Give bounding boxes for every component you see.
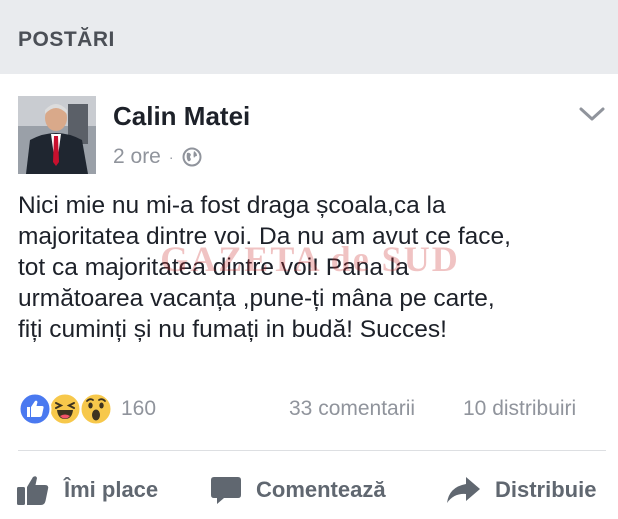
post-time[interactable]: 2 ore	[113, 145, 161, 169]
comment-icon	[211, 477, 241, 504]
like-reaction-icon	[18, 392, 52, 426]
post-text-line: următoarea vacanța ,pune-ți mâna pe cart…	[18, 285, 495, 312]
share-label: Distribuie	[495, 477, 597, 502]
avatar[interactable]	[18, 96, 96, 174]
shares-count[interactable]: 10 distribuiri	[463, 397, 576, 421]
divider	[18, 450, 606, 451]
like-label: Îmi place	[64, 477, 159, 502]
haha-reaction-icon	[48, 392, 82, 426]
share-button[interactable]: Distribuie	[445, 470, 596, 510]
share-arrow-icon	[447, 477, 480, 503]
thumbs-up-icon	[17, 476, 49, 505]
reaction-count[interactable]: 160	[121, 397, 156, 421]
globe-icon[interactable]	[182, 147, 202, 167]
comments-count[interactable]: 33 comentarii	[289, 397, 415, 421]
comment-label: Comentează	[256, 477, 386, 502]
wow-reaction-icon	[79, 392, 113, 426]
post-text-line: fiți cuminți și nu fumați in budă! Succe…	[18, 316, 447, 343]
post-stats: 160 33 comentarii 10 distribuiri	[18, 392, 608, 428]
section-title: POSTĂRI	[18, 28, 115, 51]
post-text-line: tot ca majoritatea dintre voi! Pana la	[18, 254, 409, 281]
chevron-down-icon[interactable]	[578, 104, 606, 124]
post-text-line: majoritatea dintre voi. Da nu am avut ce…	[18, 223, 511, 250]
post-text: Nici mie nu mi-a fost draga școala,ca la…	[18, 190, 608, 345]
post-text-line: Nici mie nu mi-a fost draga școala,ca la	[18, 192, 446, 219]
post-meta: 2 ore ·	[113, 145, 202, 169]
comment-button[interactable]: Comentează	[210, 470, 386, 510]
reaction-icons[interactable]	[18, 392, 118, 426]
like-button[interactable]: Îmi place	[16, 470, 158, 510]
author-name[interactable]: Calin Matei	[113, 101, 250, 132]
meta-separator: ·	[168, 149, 174, 165]
section-header: POSTĂRI	[0, 0, 618, 74]
avatar-photo	[18, 96, 96, 174]
